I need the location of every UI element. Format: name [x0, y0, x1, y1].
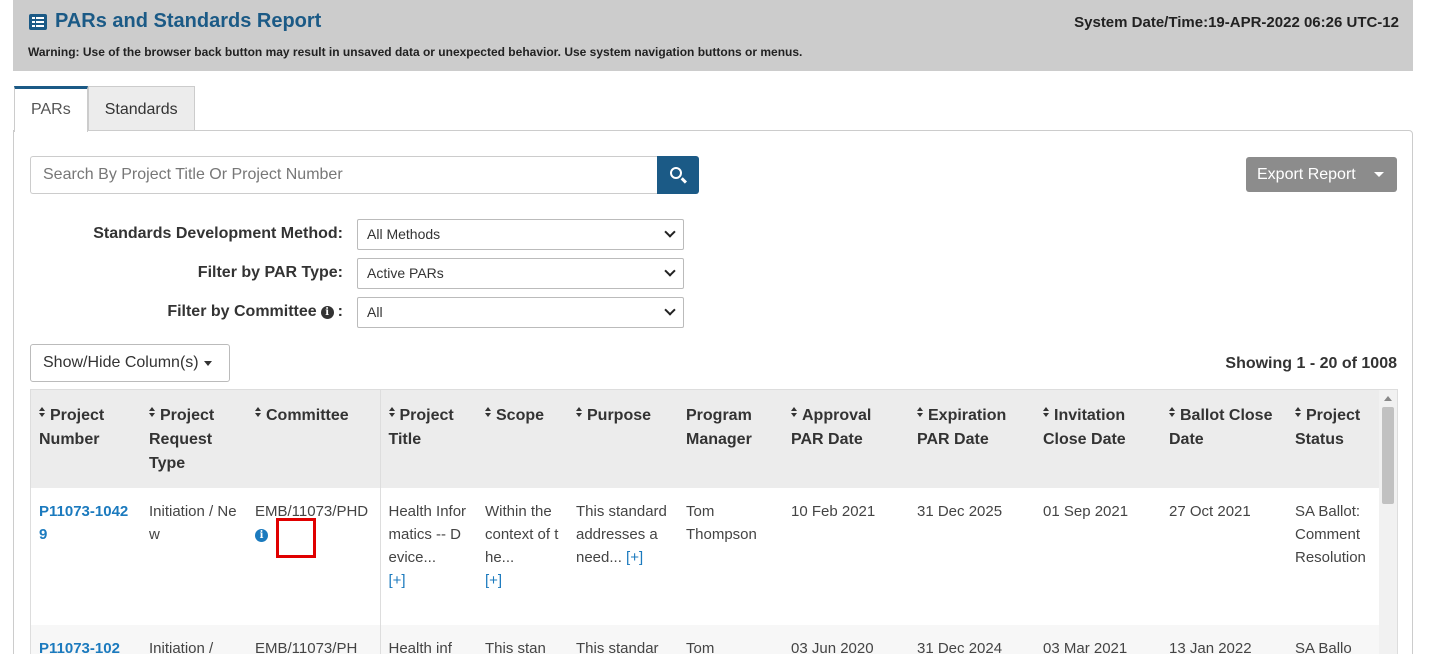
cell-invitation-close: 03 Mar 2021 — [1035, 625, 1161, 654]
cell-project-status: SA Ballo — [1287, 625, 1381, 654]
tab-standards[interactable]: Standards — [87, 86, 195, 131]
export-report-button[interactable]: Export Report — [1246, 157, 1397, 192]
committee-select[interactable]: All — [357, 296, 684, 328]
cell-approval-date: 10 Feb 2021 — [783, 488, 909, 625]
chevron-down-icon — [664, 226, 676, 238]
col-project-number[interactable]: Project Number — [31, 390, 141, 488]
sort-icon — [1169, 407, 1176, 418]
tab-pars[interactable]: PARs — [14, 86, 88, 132]
method-select-value: All Methods — [367, 226, 441, 242]
par-type-filter-label: Filter by PAR Type: — [197, 264, 343, 281]
scroll-thumb[interactable] — [1382, 407, 1394, 504]
col-program-manager: Program Manager — [678, 390, 783, 488]
cell-project-title: Health Informatics -- Device... [+] — [380, 488, 477, 625]
par-type-filter-row: Filter by PAR Type: Active PARs — [14, 257, 684, 289]
cell-request-type: Initiation / New — [141, 488, 247, 625]
search-icon — [670, 167, 682, 179]
search-bar — [30, 156, 699, 194]
col-approval-date[interactable]: Approval PAR Date — [783, 390, 909, 488]
cell-program-manager: Tom Thompson — [678, 488, 783, 625]
export-report-label: Export Report — [1257, 165, 1356, 183]
scroll-up-arrow-icon[interactable] — [1384, 396, 1392, 401]
show-hide-columns-button[interactable]: Show/Hide Column(s) — [30, 344, 230, 382]
par-type-select-value: Active PARs — [367, 265, 444, 281]
expand-purpose-link[interactable]: [+] — [626, 546, 643, 569]
cell-scope: Within the context of the... [+] — [477, 488, 568, 625]
pars-table-container: Project Number Project Request Type Comm… — [30, 389, 1398, 654]
method-select[interactable]: All Methods — [357, 218, 684, 250]
col-project-title[interactable]: Project Title — [380, 390, 477, 488]
sort-icon — [1043, 407, 1050, 418]
sort-icon — [485, 407, 492, 418]
method-filter-row: Standards Development Method: All Method… — [14, 218, 684, 250]
cell-program-manager: Tom — [678, 625, 783, 654]
sort-icon — [1295, 407, 1302, 418]
cell-project-status: SA Ballot: Comment Resolution — [1287, 488, 1381, 625]
chevron-down-icon — [664, 265, 676, 277]
expand-title-link[interactable]: [+] — [389, 569, 406, 592]
committee-info-icon[interactable]: i — [255, 529, 268, 542]
col-request-type[interactable]: Project Request Type — [141, 390, 247, 488]
cell-ballot-close: 13 Jan 2022 — [1161, 625, 1287, 654]
cell-purpose: This standar — [568, 625, 678, 654]
caret-down-icon — [203, 360, 212, 366]
committee-filter-label: Filter by Committee i : — [167, 303, 343, 320]
method-filter-label: Standards Development Method: — [93, 225, 343, 242]
col-expiration-date[interactable]: Expiration PAR Date — [909, 390, 1035, 488]
col-committee[interactable]: Committee — [247, 390, 381, 488]
sort-icon — [255, 407, 262, 418]
page-title: PARs and Standards Report — [29, 10, 321, 33]
table-row: P11073-102 Initiation / EMB/11073/PH Hea… — [31, 625, 1381, 654]
pars-panel: Export Report Standards Development Meth… — [13, 130, 1413, 654]
chevron-down-icon — [664, 304, 676, 316]
cell-project-number[interactable]: P11073-102 — [31, 625, 141, 654]
sort-icon — [149, 407, 156, 418]
cell-request-type: Initiation / — [141, 625, 247, 654]
committee-filter-row: Filter by Committee i : All — [14, 296, 684, 328]
cell-committee: EMB/11073/PHD i — [247, 488, 381, 625]
cell-project-number[interactable]: P11073-10429 — [31, 488, 141, 625]
navigation-warning: Warning: Use of the browser back button … — [28, 45, 803, 59]
cell-scope: This stan — [477, 625, 568, 654]
pars-table: Project Number Project Request Type Comm… — [31, 390, 1381, 654]
cell-project-title: Health inf — [380, 625, 477, 654]
cell-invitation-close: 01 Sep 2021 — [1035, 488, 1161, 625]
col-scope[interactable]: Scope — [477, 390, 568, 488]
report-tabs: PARs Standards — [14, 86, 195, 132]
col-invitation-close[interactable]: Invitation Close Date — [1035, 390, 1161, 488]
results-count: Showing 1 - 20 of 1008 — [1225, 355, 1397, 372]
table-row: P11073-10429 Initiation / New EMB/11073/… — [31, 488, 1381, 625]
cell-purpose: This standard addresses a need... [+] — [568, 488, 678, 625]
col-purpose[interactable]: Purpose — [568, 390, 678, 488]
list-icon — [29, 13, 47, 30]
cell-committee: EMB/11073/PH — [247, 625, 381, 654]
cell-expiration-date: 31 Dec 2025 — [909, 488, 1035, 625]
caret-down-icon — [1373, 172, 1384, 177]
sort-icon — [39, 407, 46, 418]
search-button[interactable] — [657, 156, 699, 194]
cell-approval-date: 03 Jun 2020 — [783, 625, 909, 654]
committee-select-value: All — [367, 304, 383, 320]
sort-icon — [388, 407, 396, 418]
table-scrollbar[interactable] — [1379, 390, 1397, 654]
table-header-row: Project Number Project Request Type Comm… — [31, 390, 1381, 488]
sort-icon — [791, 407, 798, 418]
show-hide-columns-label: Show/Hide Column(s) — [43, 354, 199, 371]
col-ballot-close[interactable]: Ballot Close Date — [1161, 390, 1287, 488]
par-type-select[interactable]: Active PARs — [357, 257, 684, 289]
search-input[interactable] — [30, 156, 657, 194]
project-number-link[interactable]: P11073-102 — [39, 640, 120, 654]
page-title-text: PARs and Standards Report — [55, 10, 322, 32]
info-icon[interactable]: i — [320, 305, 334, 319]
system-datetime: System Date/Time:19-APR-2022 06:26 UTC-1… — [1074, 14, 1399, 31]
project-number-link[interactable]: P11073-10429 — [39, 503, 128, 543]
sort-icon — [576, 407, 583, 418]
sort-icon — [917, 407, 924, 418]
cell-ballot-close: 27 Oct 2021 — [1161, 488, 1287, 625]
expand-scope-link[interactable]: [+] — [485, 569, 502, 592]
cell-expiration-date: 31 Dec 2024 — [909, 625, 1035, 654]
col-project-status[interactable]: Project Status — [1287, 390, 1381, 488]
page-header: PARs and Standards Report System Date/Ti… — [13, 0, 1413, 71]
